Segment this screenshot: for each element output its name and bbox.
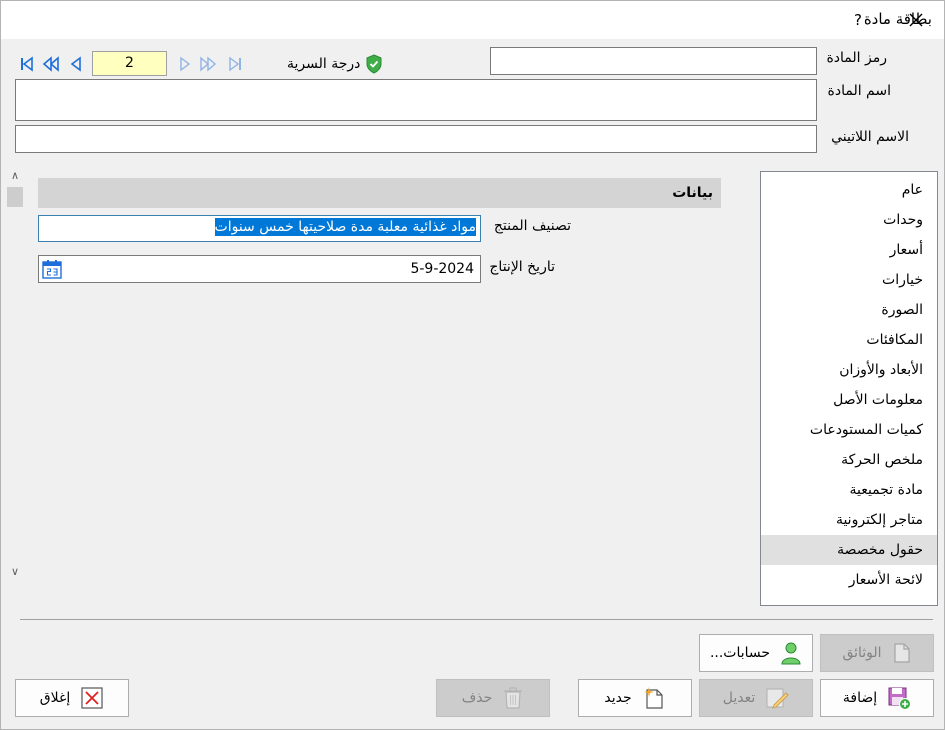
next-page-button[interactable]	[199, 55, 217, 73]
edit-button-label: تعديل	[722, 690, 756, 706]
data-section-header: بيانات	[38, 178, 721, 208]
side-list-item[interactable]: كميات المستودعات	[761, 415, 937, 445]
item-name-input[interactable]	[15, 79, 817, 121]
add-button[interactable]: إضافة	[820, 679, 934, 717]
shield-check-icon	[366, 54, 382, 74]
new-document-icon	[643, 687, 663, 709]
production-date-value: 5-9-2024	[410, 261, 474, 277]
trash-icon	[504, 687, 523, 709]
side-list-item[interactable]: ملخص الحركة	[761, 445, 937, 475]
first-record-icon	[21, 56, 33, 72]
side-list-item[interactable]: الصورة	[761, 295, 937, 325]
calendar-icon[interactable]	[42, 259, 62, 279]
vertical-scrollbar[interactable]: ∧ ∨	[5, 167, 25, 581]
document-icon	[893, 643, 910, 663]
close-button[interactable]: إغلاق	[15, 679, 129, 717]
item-name-label: اسم المادة	[827, 83, 891, 99]
close-icon	[909, 13, 923, 27]
item-code-label: رمز المادة	[826, 50, 887, 66]
item-card-window: بطاقة مادة ? رمز المادة اسم المادة الاسم…	[0, 0, 945, 730]
side-list-item[interactable]: خيارات	[761, 265, 937, 295]
side-list-item[interactable]: متاجر إلكترونية	[761, 505, 937, 535]
scroll-thumb[interactable]	[7, 187, 23, 207]
side-list-item[interactable]: لائحة الأسعار	[761, 565, 937, 595]
close-box-icon	[81, 687, 103, 709]
item-code-input[interactable]	[490, 47, 817, 75]
product-classification-input[interactable]: مواد غذائية معلبة مدة صلاحيتها خمس سنوات	[38, 215, 481, 242]
user-icon	[781, 642, 801, 665]
side-list-item[interactable]: وحدات	[761, 205, 937, 235]
record-number-input[interactable]: 2	[92, 51, 167, 76]
side-list-item[interactable]: عام	[761, 175, 937, 205]
production-date-input[interactable]: 5-9-2024	[38, 255, 481, 283]
side-list-item[interactable]: مادة تجميعية	[761, 475, 937, 505]
edit-icon	[766, 688, 789, 709]
previous-page-button[interactable]	[42, 55, 60, 73]
next-record-button[interactable]	[175, 55, 193, 73]
side-list-item[interactable]: المكافئات	[761, 325, 937, 355]
secrecy-level[interactable]: درجة السرية	[287, 54, 383, 74]
production-date-label: تاريخ الإنتاج	[489, 259, 555, 275]
side-list-item-selected[interactable]: حقول مخصصة	[761, 535, 937, 565]
latin-name-label: الاسم اللاتيني	[831, 129, 909, 145]
delete-button[interactable]: حذف	[436, 679, 550, 717]
last-record-icon	[229, 56, 241, 72]
right-arrow-icon	[180, 56, 191, 72]
latin-name-input[interactable]	[15, 125, 817, 153]
scroll-down-arrow-icon[interactable]: ∨	[5, 563, 25, 581]
new-button[interactable]: جديد	[578, 679, 692, 717]
previous-record-button[interactable]	[68, 55, 86, 73]
documents-button-label: الوثائق	[842, 645, 882, 661]
double-right-arrow-icon	[200, 56, 217, 72]
first-record-button[interactable]	[18, 55, 36, 73]
delete-button-label: حذف	[461, 690, 493, 706]
product-classification-label: تصنيف المنتج	[493, 218, 571, 234]
secrecy-level-label: درجة السرية	[287, 56, 361, 72]
help-button[interactable]: ?	[843, 5, 873, 35]
new-button-label: جديد	[604, 690, 632, 706]
left-arrow-icon	[70, 56, 81, 72]
side-list-item[interactable]: الأبعاد والأوزان	[761, 355, 937, 385]
title-bar: بطاقة مادة ?	[1, 1, 944, 39]
item-sections-list: عام وحدات أسعار خيارات الصورة المكافئات …	[760, 171, 938, 606]
documents-button[interactable]: الوثائق	[820, 634, 934, 672]
bottom-divider	[20, 619, 933, 620]
side-list-item[interactable]: أسعار	[761, 235, 937, 265]
last-record-button[interactable]	[226, 55, 244, 73]
close-window-button[interactable]	[899, 5, 933, 35]
double-left-arrow-icon	[42, 56, 59, 72]
save-add-icon	[888, 687, 912, 710]
accounts-button[interactable]: حسابات...	[699, 634, 813, 672]
close-button-label: إغلاق	[39, 690, 71, 706]
product-classification-value: مواد غذائية معلبة مدة صلاحيتها خمس سنوات	[214, 218, 476, 236]
edit-button[interactable]: تعديل	[699, 679, 813, 717]
accounts-button-label: حسابات...	[709, 645, 771, 661]
side-list-item[interactable]: معلومات الأصل	[761, 385, 937, 415]
add-button-label: إضافة	[842, 690, 878, 706]
scroll-up-arrow-icon[interactable]: ∧	[5, 167, 25, 185]
